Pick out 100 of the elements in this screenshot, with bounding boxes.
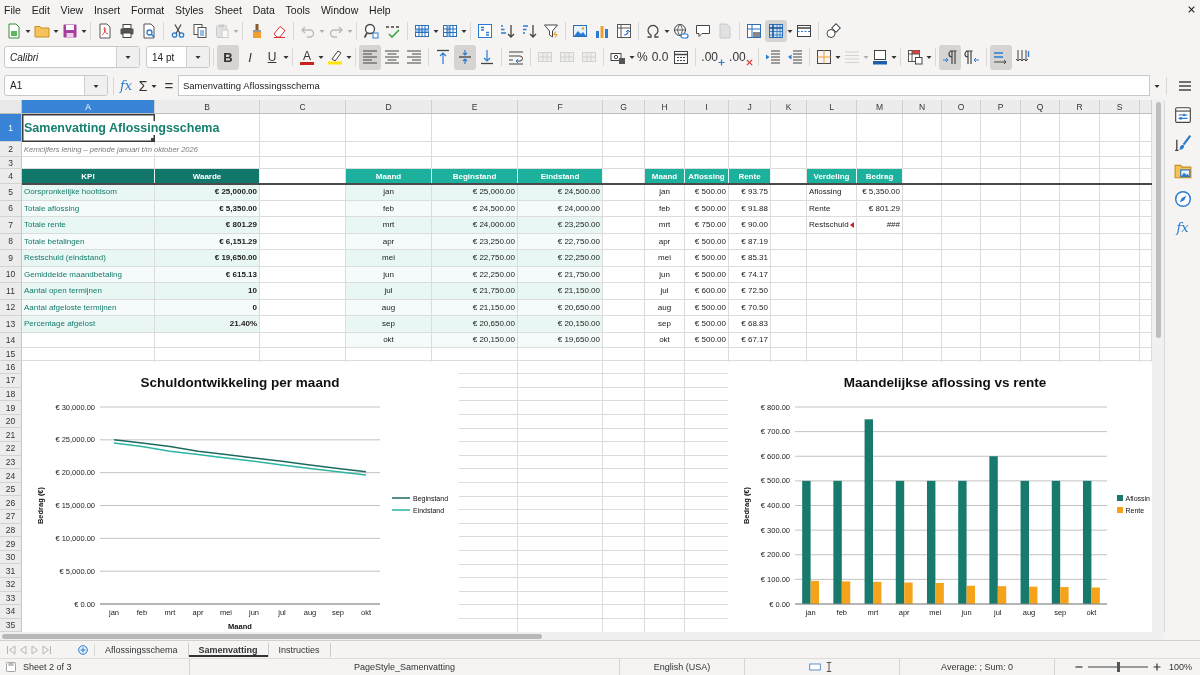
row-header[interactable]: 4 [0, 169, 22, 184]
name-box[interactable]: A1 [4, 75, 108, 96]
column-header[interactable]: R [1060, 100, 1100, 114]
image-folder-icon[interactable] [1173, 162, 1192, 180]
table-cell: € 85.31 [729, 250, 771, 267]
row-header[interactable]: 7 [0, 217, 22, 234]
row-header[interactable]: 29 [0, 537, 22, 551]
scrollbar-thumb[interactable] [2, 633, 542, 639]
menu-item[interactable]: Help [363, 3, 397, 16]
row-header[interactable]: 31 [0, 564, 22, 578]
indent-increase-icon [764, 49, 781, 65]
menu-item[interactable]: Data [247, 3, 281, 16]
column-header[interactable]: S [1100, 100, 1140, 114]
column-header[interactable]: J [729, 100, 771, 114]
row-header[interactable]: 27 [0, 510, 22, 524]
font-size-field[interactable]: 14 pt [146, 46, 210, 68]
row-header[interactable]: 26 [0, 496, 22, 511]
menu-item[interactable]: Window [315, 3, 364, 16]
highlighter-icon [327, 49, 343, 65]
menu-item[interactable]: Styles [169, 3, 209, 16]
row-header[interactable]: 13 [0, 316, 22, 333]
menu-item[interactable]: File [0, 3, 27, 16]
page-icon [717, 23, 733, 39]
table-cell: € 67.17 [729, 332, 771, 348]
plus-icon[interactable] [1153, 663, 1161, 671]
text-horizontal-button[interactable] [989, 44, 1012, 70]
freeze-button[interactable] [765, 20, 787, 42]
column-header[interactable]: K [771, 100, 807, 114]
column-header[interactable]: Q [1021, 100, 1060, 114]
formula-button[interactable]: = [161, 74, 177, 97]
sliders-panel-icon[interactable] [1173, 106, 1192, 124]
column-header[interactable]: F [518, 100, 603, 114]
column-header[interactable]: G [603, 100, 645, 114]
column-header[interactable]: C [260, 100, 346, 114]
center-vertically-button[interactable] [454, 44, 476, 70]
table-cell: € 500.00 [685, 233, 729, 250]
sheet-title: Samenvatting Aflossingsschema [24, 121, 220, 135]
menu-item[interactable]: Tools [280, 3, 316, 16]
row-header[interactable]: 17 [0, 374, 22, 388]
sheet-tab[interactable]: Aflossingsschema [95, 642, 189, 657]
row-header[interactable]: 22 [0, 442, 22, 456]
column-header[interactable]: E [432, 100, 518, 114]
function-wizard-button[interactable]: fx [117, 74, 135, 97]
column-header[interactable]: I [685, 100, 729, 114]
minus-icon[interactable] [1075, 663, 1083, 671]
font-color-button[interactable]: A [296, 44, 318, 70]
compass-icon[interactable] [1173, 190, 1192, 208]
row-header[interactable]: 11 [0, 283, 22, 300]
row-header[interactable]: 19 [0, 401, 22, 415]
column-header[interactable]: L [807, 100, 857, 114]
add-decimal-button[interactable]: .00 [699, 44, 728, 70]
column-header[interactable]: N [903, 100, 942, 114]
column-header[interactable]: M [857, 100, 903, 114]
menu-item[interactable]: Format [125, 3, 170, 16]
menu-item[interactable]: Edit [26, 3, 56, 16]
row-header[interactable]: 21 [0, 428, 22, 443]
paintbrush-icon[interactable] [1173, 134, 1192, 152]
zoom-level[interactable]: 100% [1169, 662, 1193, 672]
column-header[interactable]: A [22, 100, 155, 114]
column-header[interactable]: B [155, 100, 260, 114]
sheet-tab[interactable]: Instructies [268, 642, 331, 657]
table-cell: € 500.00 [685, 200, 729, 217]
row-header[interactable]: 34 [0, 605, 22, 619]
menu-item[interactable]: Insert [88, 3, 126, 16]
table-cell: 10 [155, 283, 260, 300]
font-name-field[interactable]: Calibri [4, 46, 140, 68]
row-header[interactable]: 9 [0, 250, 22, 267]
left-to-right-button[interactable] [938, 44, 961, 70]
table-cell: € 70.50 [729, 299, 771, 316]
row-header[interactable]: 3 [0, 157, 22, 169]
formula-input[interactable]: Samenvatting Aflossingsschema [178, 75, 1150, 96]
percent-button[interactable]: % [635, 44, 650, 70]
bold-button[interactable]: B [217, 44, 239, 70]
underline-button[interactable]: U [261, 44, 283, 70]
row-header[interactable]: 32 [0, 578, 22, 592]
number-button[interactable]: 0.0 [649, 44, 671, 70]
column-header[interactable]: O [942, 100, 981, 114]
functions-button[interactable]: fx [1173, 218, 1192, 236]
row-header[interactable]: 5 [0, 184, 22, 201]
row-header[interactable]: 2 [0, 142, 22, 157]
row-header[interactable]: 1 [0, 114, 22, 142]
slider-thumb[interactable] [1116, 662, 1120, 672]
table-selection-icon [746, 23, 762, 39]
delete-decimal-button[interactable]: .00 [727, 44, 755, 70]
table-cell: jun [645, 266, 685, 283]
row-header[interactable]: 24 [0, 469, 22, 483]
table-cell: jul [346, 283, 432, 300]
sum-button[interactable]: Σ [135, 74, 151, 97]
close-icon[interactable] [1187, 5, 1196, 14]
table-cell: € 68.83 [729, 316, 771, 333]
menu-item[interactable]: Sheet [209, 3, 248, 16]
italic-button[interactable]: I [239, 44, 261, 70]
menu-item[interactable]: View [55, 3, 89, 16]
plus-icon[interactable] [78, 644, 88, 655]
column-header[interactable]: H [645, 100, 685, 114]
table-cell: mei [645, 250, 685, 267]
column-header[interactable]: P [981, 100, 1021, 114]
sheet-tab[interactable]: Samenvatting [188, 642, 269, 657]
scrollbar-thumb[interactable] [1156, 102, 1161, 338]
column-header[interactable]: D [346, 100, 432, 114]
